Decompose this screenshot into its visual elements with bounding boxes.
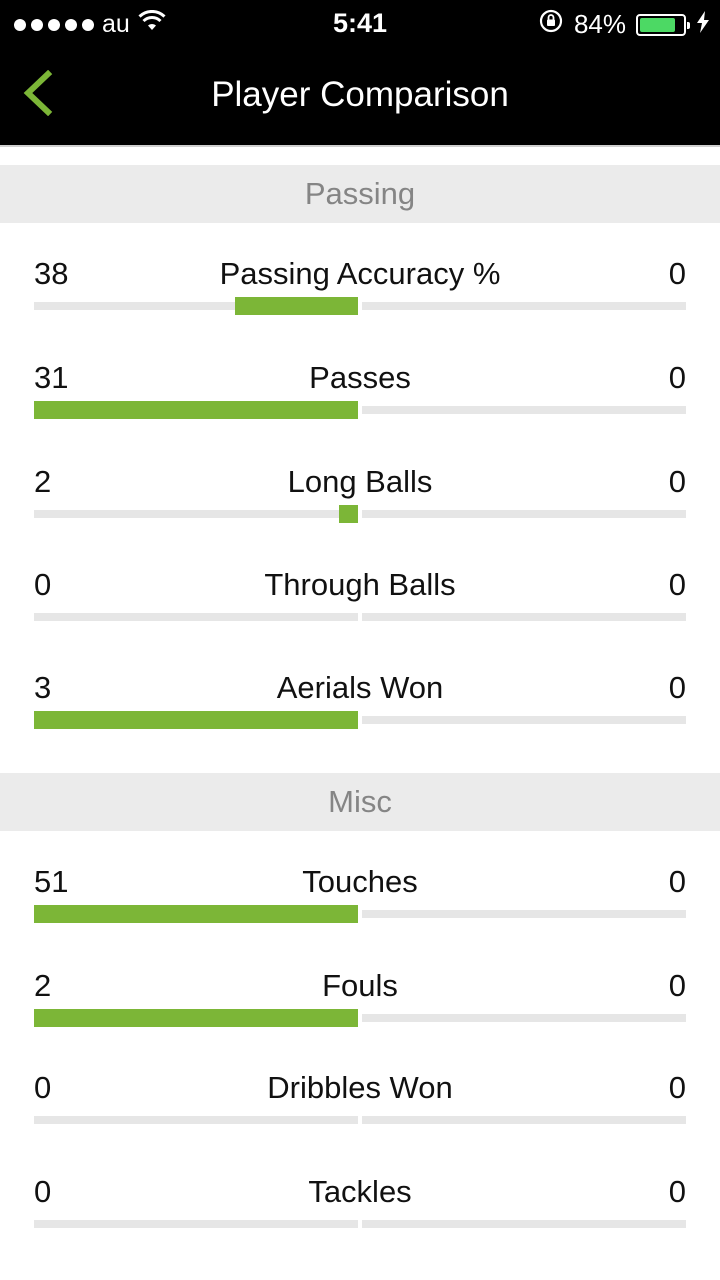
stat-label: Long Balls [287, 464, 433, 499]
stat-label: Tackles [308, 1174, 412, 1209]
stat-row-aerials-won: 3 Aerials Won 0 [0, 642, 720, 746]
left-bar-track [34, 1116, 358, 1124]
right-bar-track [362, 1116, 686, 1124]
right-value: 0 [668, 464, 686, 499]
stat-label: Aerials Won [276, 670, 444, 705]
stat-row-touches: 51 Touches 0 [0, 836, 720, 940]
left-bar-track [34, 613, 358, 621]
right-value: 0 [668, 864, 686, 899]
stat-row-through-balls: 0 Through Balls 0 [0, 539, 720, 643]
stat-row-passing-accuracy: 38 Passing Accuracy % 0 [0, 228, 720, 332]
left-bar-track [34, 905, 358, 923]
stat-row-long-balls: 2 Long Balls 0 [0, 436, 720, 540]
right-bar-track [362, 302, 686, 310]
right-bar-track [362, 716, 686, 724]
status-right: 84% [538, 8, 710, 41]
right-value: 0 [668, 1070, 686, 1105]
stat-label: Dribbles Won [267, 1070, 453, 1105]
stat-label: Through Balls [264, 567, 456, 602]
page-title: Player Comparison [211, 75, 509, 114]
stat-row-passes: 31 Passes 0 [0, 332, 720, 436]
left-bar-track [34, 297, 358, 315]
stat-row-fouls: 2 Fouls 0 [0, 940, 720, 1044]
right-value: 0 [668, 360, 686, 395]
stat-label: Fouls [322, 968, 398, 1003]
navigation-bar: Player Comparison [0, 50, 720, 145]
left-bar-fill [34, 905, 358, 923]
stat-label: Passes [309, 360, 411, 395]
right-bar-track [362, 510, 686, 518]
app-header: au 5:41 84% Player Comparison [0, 0, 720, 145]
orientation-lock-icon [538, 8, 564, 41]
right-bar-track [362, 613, 686, 621]
right-value: 0 [668, 968, 686, 1003]
stat-label: Touches [302, 864, 418, 899]
right-bar-track [362, 1220, 686, 1228]
left-bar-fill [339, 505, 358, 523]
status-bar: au 5:41 84% [0, 0, 720, 50]
header-divider [0, 145, 720, 147]
right-bar-track [362, 910, 686, 918]
right-bar-track [362, 1014, 686, 1022]
left-bar-fill [34, 1009, 358, 1027]
left-bar-track [34, 401, 358, 419]
section-header-misc: Misc [0, 773, 720, 831]
right-value: 0 [668, 256, 686, 291]
left-bar-track [34, 711, 358, 729]
right-value: 0 [668, 670, 686, 705]
left-bar-track [34, 505, 358, 523]
left-bar-track [34, 1220, 358, 1228]
left-bar-track [34, 1009, 358, 1027]
right-value: 0 [668, 1174, 686, 1209]
stat-label: Passing Accuracy % [219, 256, 501, 291]
left-bar-fill [34, 711, 358, 729]
left-bar-fill [235, 297, 358, 315]
left-bar-fill [34, 401, 358, 419]
stat-row-tackles: 0 Tackles 0 [0, 1146, 720, 1250]
right-value: 0 [668, 567, 686, 602]
stat-row-dribbles-won: 0 Dribbles Won 0 [0, 1042, 720, 1146]
charging-bolt-icon [696, 9, 710, 40]
right-bar-track [362, 406, 686, 414]
battery-icon [636, 13, 690, 36]
section-header-passing: Passing [0, 165, 720, 223]
battery-percent: 84% [573, 9, 626, 39]
